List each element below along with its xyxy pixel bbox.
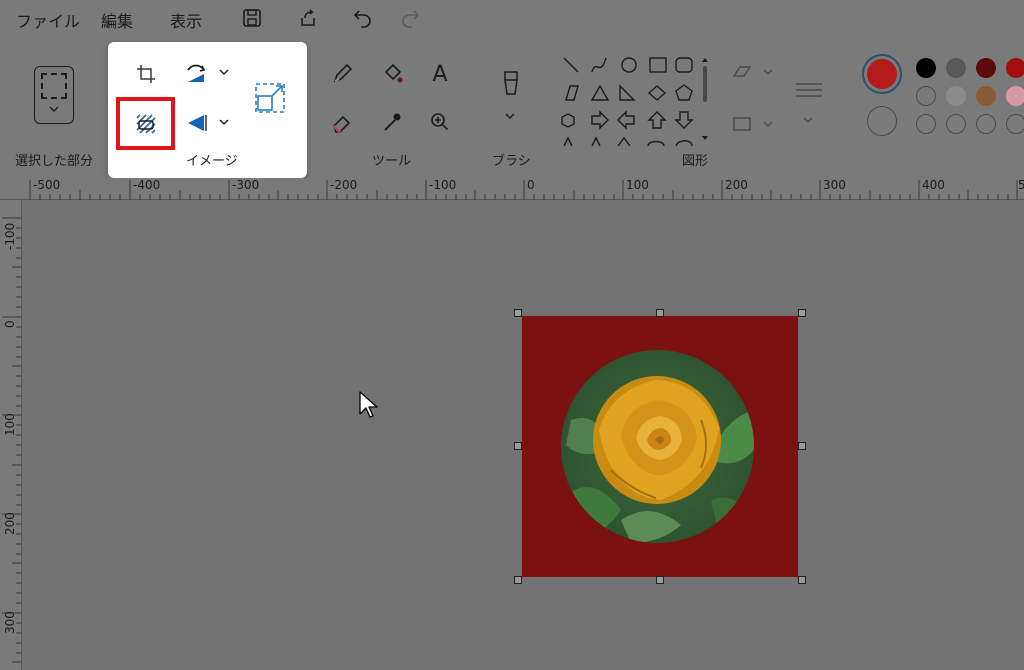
palette-swatch[interactable]	[1006, 86, 1024, 106]
palette-swatch[interactable]	[1006, 58, 1024, 78]
group-label-shapes: 図形	[682, 154, 709, 169]
crop-icon[interactable]	[134, 62, 158, 86]
ruler-label: 300	[3, 611, 17, 634]
canvas-image[interactable]	[522, 316, 798, 577]
share-icon[interactable]	[296, 6, 320, 30]
shape-fill-icon[interactable]	[730, 114, 774, 134]
eraser-icon[interactable]	[328, 108, 356, 136]
shapes-gallery[interactable]	[556, 54, 716, 148]
palette-swatch[interactable]	[946, 58, 966, 78]
outline-icon[interactable]	[730, 62, 774, 82]
menu-view[interactable]: 表示	[170, 8, 202, 32]
resize-handle[interactable]	[514, 576, 522, 584]
rose-illustration	[561, 376, 754, 543]
ruler-label: 5	[1018, 178, 1024, 192]
shapes-scrollbar[interactable]	[701, 56, 709, 144]
palette-swatch[interactable]	[976, 58, 996, 78]
chevron-down-icon[interactable]	[802, 116, 814, 124]
palette	[916, 58, 1024, 138]
select-all-image-icon[interactable]	[134, 112, 158, 136]
palette-swatch-empty[interactable]	[916, 114, 936, 134]
magnifier-icon[interactable]	[426, 108, 454, 136]
undo-icon[interactable]	[351, 6, 375, 30]
rotate-icon[interactable]	[184, 60, 232, 86]
ruler-label: 0	[3, 320, 17, 328]
selection-button[interactable]	[34, 66, 74, 124]
ruler-label: -400	[133, 178, 161, 192]
color-picker-icon[interactable]	[378, 108, 406, 136]
flip-icon[interactable]	[184, 110, 232, 136]
palette-swatch[interactable]	[916, 86, 936, 106]
chevron-down-icon	[49, 106, 59, 112]
brush-icon[interactable]	[498, 70, 524, 106]
image-group-panel: イメージ	[108, 42, 307, 178]
resize-handle[interactable]	[656, 309, 664, 317]
resize-handle[interactable]	[798, 442, 806, 450]
selection-rect-icon	[41, 73, 67, 99]
group-label-brushes: ブラシ	[492, 154, 531, 169]
horizontal-ruler: -500 -400 -300 -200 -100 0 100 200 300 4…	[0, 178, 1024, 200]
primary-color-swatch[interactable]	[862, 54, 902, 94]
mouse-cursor-icon	[359, 391, 378, 418]
group-label-tools: ツール	[372, 154, 412, 169]
ruler-label: -100	[3, 222, 17, 250]
line-width-icon[interactable]	[792, 78, 826, 102]
palette-swatch-empty[interactable]	[946, 114, 966, 134]
resize-handle[interactable]	[798, 576, 806, 584]
group-label-selection: 選択した部分	[15, 154, 94, 169]
shapes-grid	[561, 57, 694, 147]
resize-image-icon[interactable]	[254, 82, 286, 114]
primary-color-fill	[867, 59, 897, 89]
fill-bucket-icon[interactable]	[378, 60, 406, 88]
resize-handle[interactable]	[514, 309, 522, 317]
resize-handle[interactable]	[514, 442, 522, 450]
redo-icon[interactable]	[398, 6, 422, 30]
rose-photo	[561, 350, 754, 543]
resize-handle[interactable]	[656, 576, 664, 584]
ruler-label: 400	[922, 178, 945, 192]
menu-bar: ファイル 編集 表示	[0, 0, 1024, 36]
ruler-label: 100	[3, 413, 17, 436]
ruler-label: 0	[527, 178, 535, 192]
secondary-color-swatch[interactable]	[867, 106, 897, 136]
ruler-label: 300	[823, 178, 846, 192]
pencil-icon[interactable]	[328, 60, 356, 88]
palette-swatch[interactable]	[916, 58, 936, 78]
ruler-label: -300	[232, 178, 260, 192]
chevron-down-icon[interactable]	[504, 112, 516, 120]
ruler-label: 200	[725, 178, 748, 192]
palette-swatch-empty[interactable]	[976, 114, 996, 134]
palette-swatch-empty[interactable]	[1006, 114, 1024, 134]
resize-handle[interactable]	[798, 309, 806, 317]
palette-swatch[interactable]	[976, 86, 996, 106]
vertical-ruler: -100 0 100 200 300	[0, 200, 22, 670]
palette-swatch[interactable]	[946, 86, 966, 106]
ruler-label: -200	[330, 178, 358, 192]
menu-file[interactable]: ファイル	[16, 8, 80, 32]
ruler-label: -100	[429, 178, 457, 192]
text-tool-icon[interactable]: A	[426, 60, 454, 88]
ruler-label: 200	[3, 512, 17, 535]
ruler-label: -500	[33, 178, 61, 192]
group-label-image: イメージ	[186, 154, 238, 169]
ruler-label: 100	[626, 178, 649, 192]
save-icon[interactable]	[240, 6, 264, 30]
menu-edit[interactable]: 編集	[101, 8, 133, 32]
